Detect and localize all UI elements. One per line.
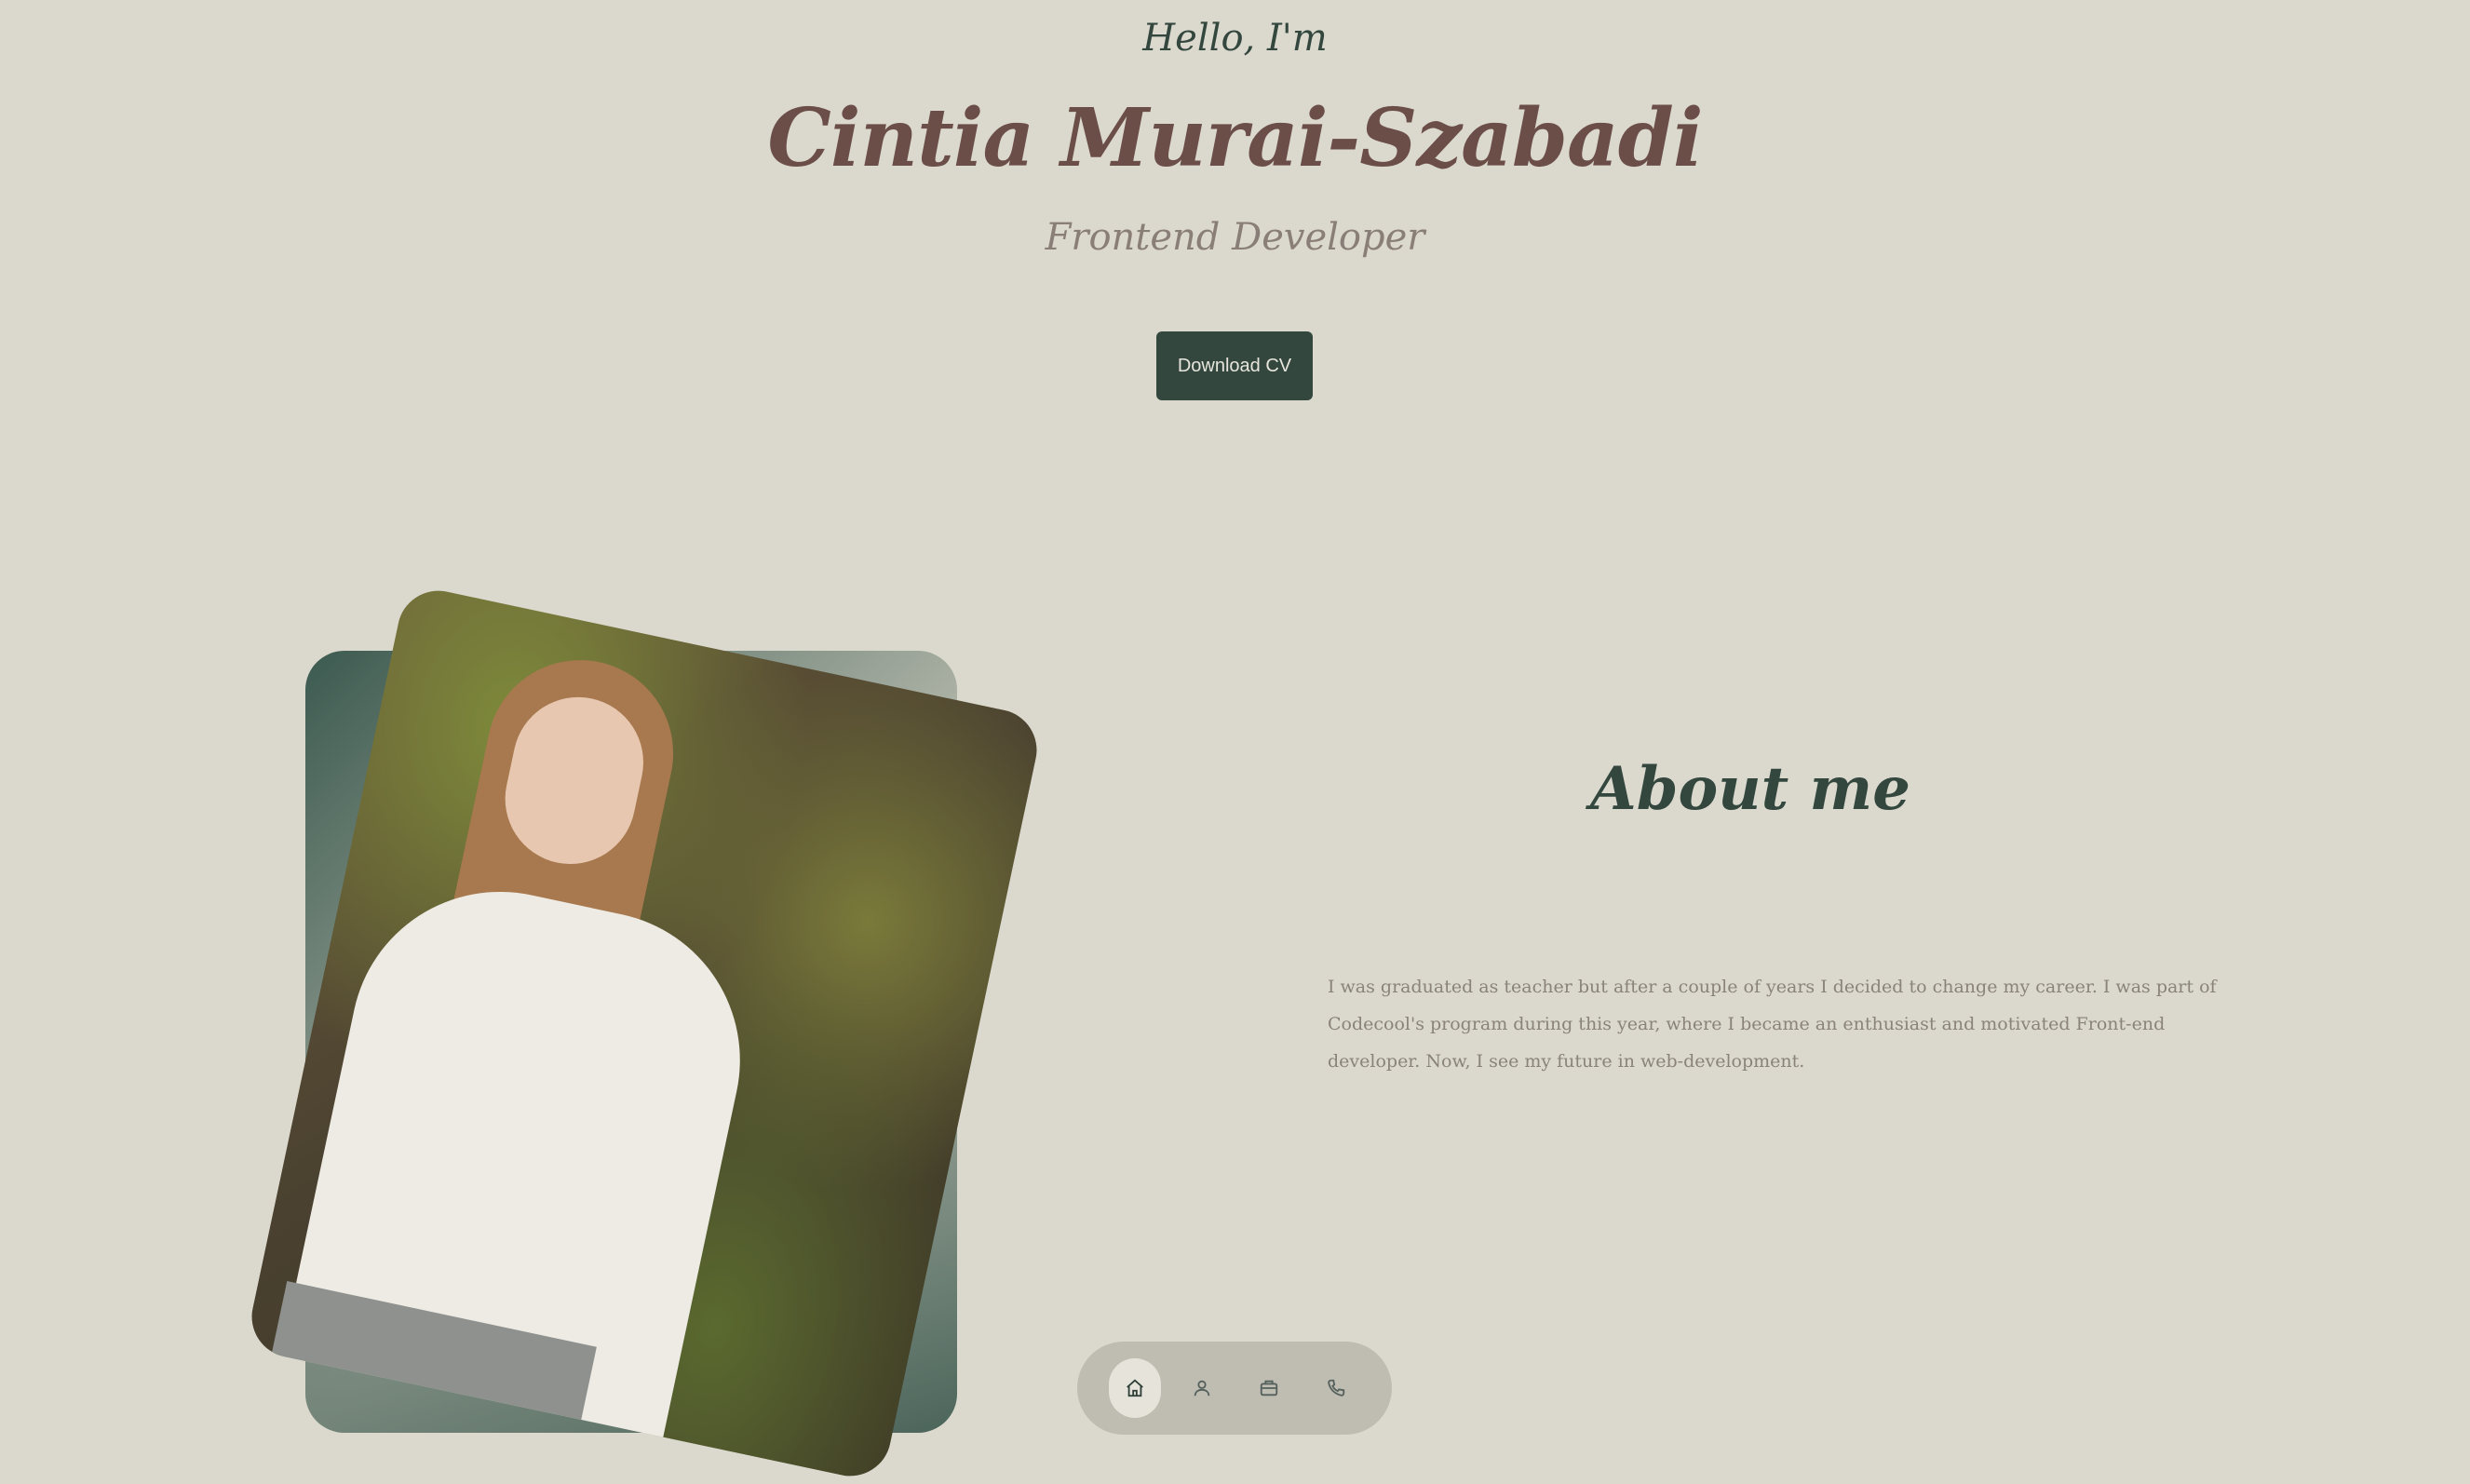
nav-item-contact[interactable] [1310,1358,1362,1418]
about-title: About me [1590,754,1910,824]
user-icon [1194,1380,1210,1396]
page-title: Cintia Murai-Szabadi [767,91,1703,185]
home-icon [1127,1379,1143,1397]
role-subtitle: Frontend Developer [1045,216,1425,259]
bottom-nav [1077,1342,1392,1435]
briefcase-icon [1260,1380,1278,1396]
nav-item-about[interactable] [1176,1358,1228,1418]
nav-item-portfolio[interactable] [1243,1358,1295,1418]
greeting-text: Hello, I'm [1142,17,1328,60]
download-cv-button[interactable]: Download CV [1156,331,1313,400]
nav-item-home[interactable] [1109,1358,1161,1418]
phone-icon [1328,1379,1345,1396]
about-text: I was graduated as teacher but after a c… [1328,977,2217,1072]
hero-section: Hello, I'm Cintia Murai-Szabadi Frontend… [0,0,2470,447]
